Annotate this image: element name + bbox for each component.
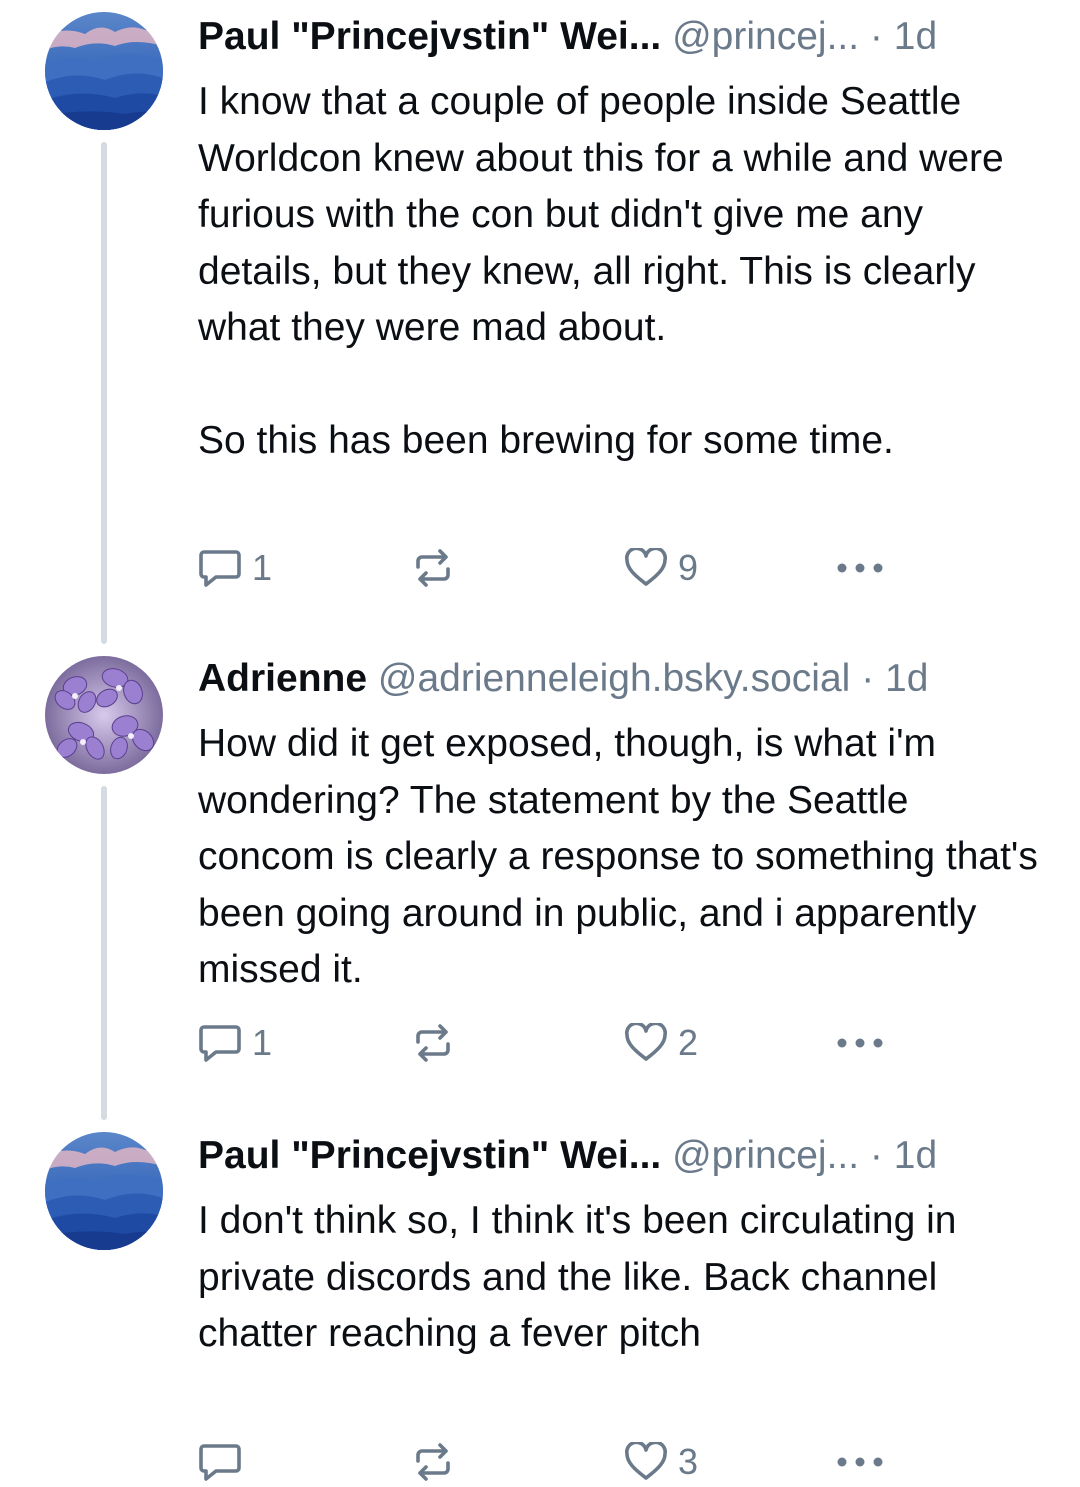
author-name[interactable]: Adrienne	[198, 657, 367, 700]
repost-icon	[416, 1024, 450, 1062]
like-button[interactable]: 9	[624, 546, 698, 590]
thread-line	[101, 142, 107, 644]
more-options-button[interactable]	[836, 1440, 886, 1484]
post-actions: 3	[198, 1440, 898, 1484]
post-text: How did it get exposed, though, is what …	[198, 722, 1038, 991]
post-content: Paul "Princejvstin" Wei... @princej... ·…	[198, 1133, 1043, 1363]
repost-icon	[416, 1443, 450, 1481]
author-handle[interactable]: @princej...	[672, 15, 859, 58]
like-count: 3	[678, 1441, 699, 1482]
reply-count: 1	[252, 1022, 273, 1063]
post-header: Adrienne @adrienneleigh.bsky.social · 1d	[198, 656, 1043, 702]
heart-icon	[625, 1023, 667, 1061]
author-name[interactable]: Paul "Princejvstin" Wei...	[198, 1134, 661, 1177]
separator-dot: ·	[869, 15, 883, 58]
repost-button[interactable]	[412, 1440, 454, 1484]
post-time[interactable]: 1d	[894, 1134, 937, 1177]
heart-icon	[625, 1442, 667, 1480]
post-text: I know that a couple of people inside Se…	[198, 80, 1004, 462]
reply-count: 1	[252, 547, 273, 588]
author-handle[interactable]: @adrienneleigh.bsky.social	[378, 657, 850, 700]
more-options-button[interactable]	[836, 546, 886, 590]
post-content: Paul "Princejvstin" Wei... @princej... ·…	[198, 14, 1043, 470]
mountain-landscape-avatar-icon	[45, 1132, 163, 1250]
thread-line	[101, 786, 107, 1120]
more-dots-icon	[837, 1457, 883, 1467]
author-avatar[interactable]	[45, 656, 163, 774]
like-count: 2	[678, 1022, 699, 1063]
repost-button[interactable]	[412, 1021, 454, 1065]
like-button[interactable]: 3	[624, 1440, 698, 1484]
reply-button[interactable]: 1	[198, 546, 272, 590]
reply-icon	[199, 1025, 241, 1062]
like-count: 9	[678, 547, 699, 588]
more-options-button[interactable]	[836, 1021, 886, 1065]
author-name[interactable]: Paul "Princejvstin" Wei...	[198, 15, 661, 58]
reply-button[interactable]	[198, 1440, 252, 1484]
reply-icon	[199, 550, 241, 587]
post-header: Paul "Princejvstin" Wei... @princej... ·…	[198, 1133, 1043, 1179]
reply-button[interactable]: 1	[198, 1021, 272, 1065]
author-avatar[interactable]	[45, 1132, 163, 1250]
more-dots-icon	[837, 1038, 883, 1048]
separator-dot: ·	[861, 657, 875, 700]
post-header: Paul "Princejvstin" Wei... @princej... ·…	[198, 14, 1043, 60]
post-actions: 1 9	[198, 546, 898, 590]
post-content: Adrienne @adrienneleigh.bsky.social · 1d…	[198, 656, 1043, 999]
like-button[interactable]: 2	[624, 1021, 698, 1065]
repost-button[interactable]	[412, 546, 454, 590]
post-actions: 1 2	[198, 1021, 898, 1065]
reply-icon	[199, 1444, 241, 1481]
mountain-landscape-avatar-icon	[45, 12, 163, 130]
author-handle[interactable]: @princej...	[672, 1134, 859, 1177]
post-time[interactable]: 1d	[885, 657, 928, 700]
post-text: I don't think so, I think it's been circ…	[198, 1199, 957, 1355]
author-avatar[interactable]	[45, 12, 163, 130]
more-dots-icon	[837, 563, 883, 573]
post-time[interactable]: 1d	[894, 15, 937, 58]
separator-dot: ·	[869, 1134, 883, 1177]
repost-icon	[416, 549, 450, 587]
heart-icon	[625, 548, 667, 586]
violet-flowers-avatar-icon	[45, 656, 163, 774]
